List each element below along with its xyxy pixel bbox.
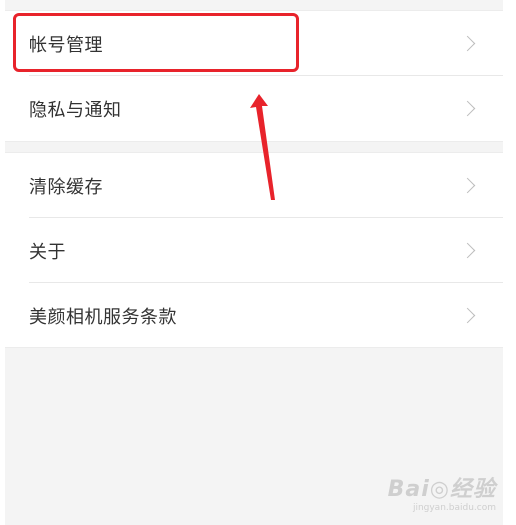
menu-item-label: 清除缓存 — [29, 176, 103, 198]
watermark-url: jingyan.baidu.com — [412, 503, 496, 513]
baidu-jingyan-watermark: Bai◎经验 jingyan.baidu.com — [388, 471, 496, 513]
settings-group-general: 清除缓存 关于 美颜相机服务条款 — [5, 152, 503, 348]
menu-item-terms-of-service[interactable]: 美颜相机服务条款 — [5, 283, 503, 348]
highlight-box-annotation — [13, 13, 299, 72]
menu-item-label: 隐私与通知 — [29, 99, 122, 121]
chevron-right-icon — [459, 177, 476, 193]
menu-item-about[interactable]: 关于 — [5, 218, 503, 283]
menu-item-label: 美颜相机服务条款 — [29, 306, 177, 328]
settings-screen: 帐号管理 隐私与通知 清除缓存 关于 美颜相机服务条款 Bai◎经验 jingy… — [0, 0, 516, 525]
chevron-right-icon — [459, 100, 476, 116]
menu-item-label: 关于 — [29, 241, 66, 263]
menu-item-clear-cache[interactable]: 清除缓存 — [5, 153, 503, 218]
watermark-logo-text: Bai◎经验 — [387, 477, 496, 502]
menu-item-privacy-notifications[interactable]: 隐私与通知 — [5, 76, 503, 141]
chevron-right-icon — [459, 307, 476, 323]
chevron-right-icon — [459, 35, 476, 51]
chevron-right-icon — [459, 242, 476, 258]
